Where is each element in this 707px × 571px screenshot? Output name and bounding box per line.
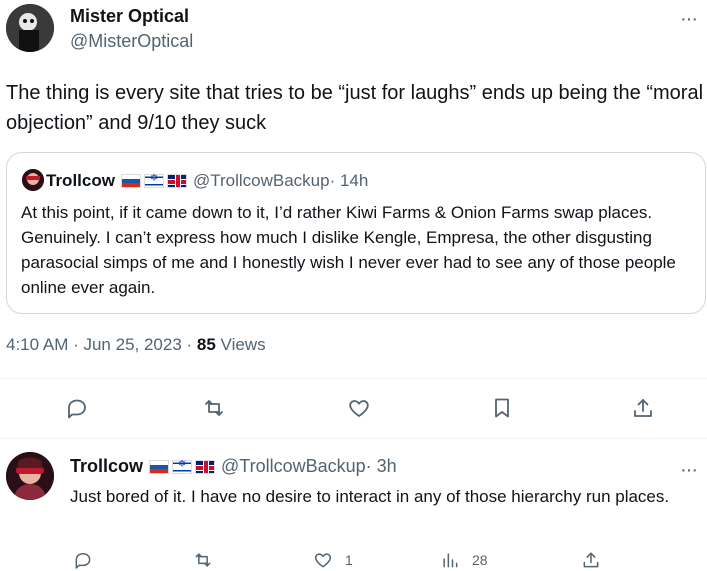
view-count: 85	[196, 335, 216, 354]
tweet-meta: 4:10 AM · Jun 25, 2023 · 85 Views	[6, 335, 266, 355]
reply-time[interactable]: · 3h	[366, 456, 397, 477]
reply-view-count: 28	[472, 552, 488, 568]
reply-author-handle[interactable]: @TrollcowBackup	[221, 456, 366, 477]
russia-flag-icon	[120, 174, 141, 188]
reply-more-options-icon[interactable]: ···	[680, 459, 698, 482]
timestamp[interactable]: 4:10 AM · Jun 25, 2023 ·	[6, 335, 197, 354]
share-button[interactable]	[631, 396, 655, 420]
divider	[0, 378, 707, 379]
reply-reply-button[interactable]	[73, 550, 93, 570]
quote-header: Trollcow @TrollcowBackup · 14h	[46, 170, 368, 192]
views-icon	[443, 553, 458, 568]
view-label: Views	[215, 335, 266, 354]
quote-text: At this point, if it came down to it, I’…	[21, 203, 676, 297]
like-icon	[314, 553, 332, 568]
reply-like-button[interactable]: 1	[313, 550, 353, 570]
uk-flag-icon	[195, 459, 216, 474]
quote-author-name: Trollcow	[46, 171, 115, 190]
russia-flag-icon	[149, 459, 170, 474]
share-icon	[634, 399, 652, 417]
retweet-icon	[195, 553, 211, 567]
reply-header: Trollcow @TrollcowBackup · 3h	[70, 456, 397, 477]
reply-author-name[interactable]: Trollcow	[70, 456, 143, 477]
quote-author-avatar	[22, 169, 44, 191]
reply-like-count: 1	[345, 552, 353, 568]
retweet-icon	[205, 400, 223, 416]
divider	[0, 438, 707, 439]
reply-icon	[75, 553, 91, 569]
share-icon	[583, 552, 599, 568]
reply-author-avatar[interactable]	[6, 452, 54, 500]
reply-views-button[interactable]: 28	[440, 550, 488, 570]
retweet-button[interactable]	[202, 396, 226, 420]
bookmark-button[interactable]	[490, 396, 514, 420]
reply-button[interactable]	[65, 396, 89, 420]
reply-share-button[interactable]	[581, 550, 601, 570]
israel-flag-icon	[172, 459, 193, 474]
author-avatar[interactable]	[6, 4, 54, 52]
author-name[interactable]: Mister Optical	[70, 6, 189, 27]
more-options-icon[interactable]: ···	[680, 8, 698, 31]
reply-icon	[68, 399, 86, 419]
reply-text: Just bored of it. I have no desire to in…	[70, 487, 670, 506]
uk-flag-icon	[166, 174, 187, 188]
like-button[interactable]	[347, 396, 371, 420]
israel-flag-icon	[143, 173, 164, 188]
tweet-text: The thing is every site that tries to be…	[6, 82, 704, 134]
bookmark-icon	[495, 398, 509, 418]
like-icon	[349, 400, 369, 417]
quote-author-handle: @TrollcowBackup	[192, 171, 330, 190]
quote-time: · 14h	[329, 171, 369, 190]
reply-retweet-button[interactable]	[193, 550, 213, 570]
author-handle[interactable]: @MisterOptical	[70, 31, 193, 52]
